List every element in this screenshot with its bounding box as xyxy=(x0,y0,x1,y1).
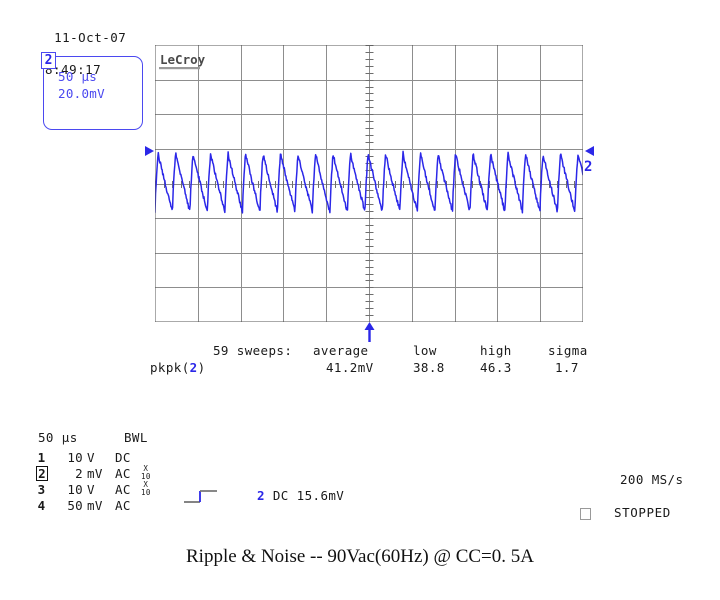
svg-text:LeCroy: LeCroy xyxy=(160,52,206,67)
channel-scale-value-2: 2 xyxy=(75,466,83,481)
sample-rate-readout: 200 MS/s xyxy=(620,472,684,487)
oscilloscope-display[interactable]: LeCroy xyxy=(155,45,583,322)
channel-descriptor-badge[interactable]: 2 xyxy=(41,52,56,69)
channel-number-4[interactable]: 4 xyxy=(36,498,47,513)
waveform-graticule[interactable]: LeCroy xyxy=(155,45,583,322)
channel-coupling-2[interactable]: AC xyxy=(115,466,131,481)
channel-coupling-1[interactable]: DC xyxy=(115,450,131,465)
channel-descriptor-box[interactable]: 50 µs 20.0mV xyxy=(43,56,143,130)
value-average: 41.2mV xyxy=(326,360,374,375)
acquisition-state-label: STOPPED xyxy=(614,505,671,520)
date-text: 11-Oct-07 xyxy=(54,30,127,45)
channel-voltsdiv-label: 20.0mV xyxy=(58,86,105,101)
channel-scale-value-1: 10 xyxy=(67,450,83,465)
column-header-high: high xyxy=(480,343,512,358)
status-timebase-label[interactable]: 50 µs xyxy=(38,430,78,445)
value-low: 38.8 xyxy=(413,360,445,375)
bandwidth-limit-header: BWL xyxy=(124,430,148,445)
channel-2-right-level-marker[interactable] xyxy=(585,146,594,156)
measurement-name-pkpk: pkpk(2) xyxy=(150,359,206,376)
value-high: 46.3 xyxy=(480,360,512,375)
channel-scale-unit-1: V xyxy=(87,450,95,465)
column-header-sigma: sigma xyxy=(548,343,588,358)
trigger-spacer xyxy=(289,488,297,503)
channel-attenuation-2: X 10 xyxy=(141,464,151,481)
trigger-coupling-text: DC xyxy=(272,488,289,503)
channel-coupling-3[interactable]: AC xyxy=(115,482,131,497)
channel-scale-unit-3: V xyxy=(87,482,95,497)
trigger-source-channel: 2 xyxy=(257,488,265,503)
pkpk-label-channel: 2 xyxy=(189,360,198,375)
channel-scale-unit-2: mV xyxy=(87,466,103,481)
pkpk-label-close: ) xyxy=(197,360,206,375)
figure-caption: Ripple & Noise -- 90Vac(60Hz) @ CC=0. 5A xyxy=(186,546,534,567)
channel-scale-value-4: 50 xyxy=(67,498,83,513)
acquisition-state-icon[interactable] xyxy=(580,508,591,520)
trigger-coupling xyxy=(265,488,273,503)
column-header-average: average xyxy=(313,343,369,358)
channel-number-2[interactable]: 2 xyxy=(36,465,48,481)
pkpk-label-text: pkpk( xyxy=(150,360,190,375)
channel-2-marker-label: 2 xyxy=(584,159,593,175)
value-sigma: 1.7 xyxy=(555,360,579,375)
channel-coupling-4[interactable]: AC xyxy=(115,498,131,513)
channel-attenuation-3: X 10 xyxy=(141,480,151,497)
trigger-settings-readout[interactable]: 2 DC 15.6mV xyxy=(257,488,344,503)
sweeps-count-label: 59 sweeps: xyxy=(213,343,293,358)
trigger-level: 15.6mV xyxy=(296,488,345,503)
channel-timebase-label: 50 µs xyxy=(58,69,98,84)
channel-scale-unit-4: mV xyxy=(87,498,103,513)
channel-number-3[interactable]: 3 xyxy=(36,482,47,497)
channel-scale-value-3: 10 xyxy=(67,482,83,497)
channel-number-1[interactable]: 1 xyxy=(36,450,47,465)
lecroy-logo: LeCroy xyxy=(159,52,206,70)
column-header-low: low xyxy=(413,343,437,358)
rising-edge-icon xyxy=(183,487,229,511)
channel-2-left-level-marker[interactable] xyxy=(145,146,154,156)
